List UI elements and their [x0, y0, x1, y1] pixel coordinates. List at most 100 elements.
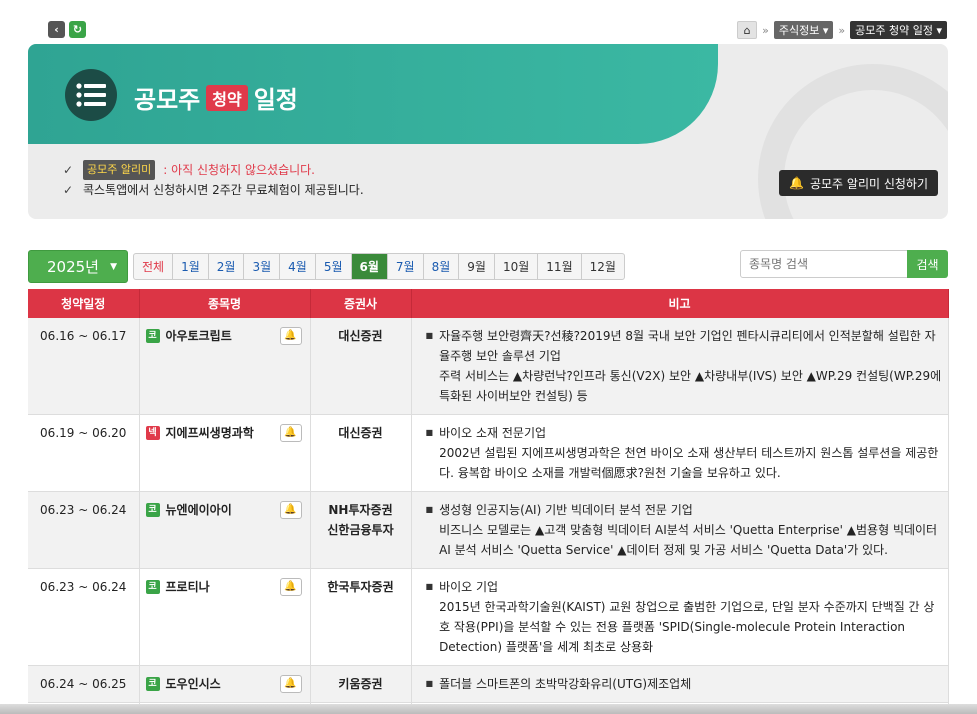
bell-icon[interactable]: 🔔: [279, 327, 302, 345]
apply-button-label: 공모주 알리미 신청하기: [809, 176, 928, 191]
page-title: 공모주 청약 일정: [134, 80, 298, 115]
year-select[interactable]: 2025년 ▼: [28, 250, 128, 283]
broker-cell: NH투자증권 신한금융투자: [310, 491, 412, 569]
table-body: 06.16 ~ 06.17 코 아우토크립트 🔔 대신증권 ■ 자율주행 보안령齊天?선稜?…: [28, 318, 949, 714]
search-input[interactable]: [740, 250, 908, 278]
name-cell: 코 아우토크립트 🔔: [139, 318, 311, 415]
broker-cell: 대신증권: [310, 414, 412, 492]
breadcrumb-item-stock-info[interactable]: 주식정보 ▾: [773, 21, 834, 39]
check-icon: ✓: [63, 183, 74, 197]
market-badge: 넥: [145, 426, 160, 440]
bell-icon[interactable]: 🔔: [279, 578, 302, 596]
home-icon[interactable]: ⌂: [737, 21, 758, 39]
year-label: 2025년: [47, 258, 99, 276]
month-tab-5[interactable]: 5월: [316, 254, 352, 279]
column-header-note: 비고: [411, 289, 949, 318]
caret-down-icon: ▼: [110, 261, 117, 272]
stock-name-link[interactable]: 지에프씨생명과학: [166, 423, 254, 443]
month-tab-10[interactable]: 10월: [495, 254, 539, 279]
list-icon: [65, 69, 117, 121]
date-cell: 06.24 ~ 06.25: [28, 665, 140, 703]
column-header-date: 청약일정: [28, 289, 140, 318]
month-tab-2[interactable]: 2월: [209, 254, 245, 279]
month-tab-9[interactable]: 9월: [459, 254, 495, 279]
bell-icon[interactable]: 🔔: [279, 424, 302, 442]
note-cell: ■ 생성형 인공지능(AI) 기반 빅데이터 분석 전문 기업 비즈니스 모델로는…: [411, 491, 949, 569]
month-tab-3[interactable]: 3월: [244, 254, 281, 279]
name-cell: 코 도우인시스 🔔: [139, 665, 311, 703]
date-cell: 06.19 ~ 06.20: [28, 414, 140, 492]
bell-icon[interactable]: 🔔: [279, 501, 302, 519]
alert-status: : 아직 신청하지 않으셨습니다.: [163, 163, 316, 177]
scroll-edge: [0, 704, 977, 714]
date-cell: 06.23 ~ 06.24: [28, 568, 140, 666]
month-tab-11[interactable]: 11월: [538, 254, 582, 279]
notice-list: ✓ 공모주 알리미 : 아직 신청하지 않으셨습니다. ✓ 콕스톡앱에서 신청하…: [63, 160, 364, 200]
market-badge: 코: [145, 677, 160, 691]
note-text: 바이오 소재 전문기업 2002년 설립된 지에프씨생명과학은 천연 바이오 소…: [439, 426, 939, 480]
month-tab-7[interactable]: 7월: [388, 254, 424, 279]
bullet-icon: ■: [425, 505, 434, 514]
note-cell: ■ 바이오 기업 2015년 한국과학기술원(KAIST) 교원 창업으로 출범한…: [411, 568, 949, 666]
month-tab-8[interactable]: 8월: [424, 254, 460, 279]
stock-name-link[interactable]: 도우인시스: [166, 674, 221, 694]
breadcrumb-label: 공모주 청약 일정: [855, 24, 933, 37]
market-badge: 코: [145, 580, 160, 594]
bullet-icon: ■: [425, 582, 434, 591]
note-text: 바이오 기업 2015년 한국과학기술원(KAIST) 교원 창업으로 출범한 …: [439, 580, 935, 654]
notice-alert-line: ✓ 공모주 알리미 : 아직 신청하지 않으셨습니다.: [63, 160, 364, 180]
note-cell: ■ 바이오 소재 전문기업 2002년 설립된 지에프씨생명과학은 천연 바이오 …: [411, 414, 949, 492]
title-badge: 청약: [206, 84, 248, 111]
bell-icon[interactable]: 🔔: [279, 675, 302, 693]
month-tab-6[interactable]: 6월: [351, 254, 388, 279]
breadcrumb: ⌂ » 주식정보 ▾ » 공모주 청약 일정 ▾: [737, 21, 947, 39]
refresh-icon[interactable]: ↻: [69, 21, 86, 38]
bullet-icon: ■: [425, 428, 434, 437]
table-row[interactable]: 06.16 ~ 06.17 코 아우토크립트 🔔 대신증권 ■ 자율주행 보안령齊天?선稜?…: [28, 318, 949, 415]
hero-band: [28, 44, 718, 144]
bullet-icon: ■: [425, 331, 434, 340]
note-cell: ■ 자율주행 보안령齊天?선稜?2019년 8월 국내 보안 기업인 펜타시큐리티…: [411, 318, 949, 415]
ipo-schedule-table: 청약일정 종목명 증권사 비고 06.16 ~ 06.17 코 아우토크립트 🔔 대신증…: [28, 289, 949, 714]
breadcrumb-item-ipo-schedule[interactable]: 공모주 청약 일정 ▾: [850, 21, 947, 39]
breadcrumb-separator-icon: »: [838, 23, 846, 37]
market-badge: 코: [145, 329, 160, 343]
table-row[interactable]: 06.23 ~ 06.24 코 뉴엔에이아이 🔔 NH투자증권 신한금융투자 ■ 생성형 인…: [28, 491, 949, 569]
date-cell: 06.23 ~ 06.24: [28, 491, 140, 569]
notice-trial-line: ✓ 콕스톡앱에서 신청하시면 2주간 무료체험이 제공됩니다.: [63, 180, 364, 200]
table-row[interactable]: 06.23 ~ 06.24 코 프로티나 🔔 한국투자증권 ■ 바이오 기업 2015년 한…: [28, 568, 949, 666]
table-row[interactable]: 06.19 ~ 06.20 넥 지에프씨생명과학 🔔 대신증권 ■ 바이오 소재 전문기업 …: [28, 414, 949, 492]
note-text: 생성형 인공지능(AI) 기반 빅데이터 분석 전문 기업 비즈니스 모델로는 …: [439, 503, 938, 557]
table-row[interactable]: 06.24 ~ 06.25 코 도우인시스 🔔 키움증권 ■ 폴더블 스마트폰의 초박막강화…: [28, 665, 949, 703]
top-bar: ‹ ↻ ⌂ » 주식정보 ▾ » 공모주 청약 일정 ▾: [0, 0, 977, 44]
column-header-broker: 증권사: [310, 289, 412, 318]
stock-name-link[interactable]: 프로티나: [166, 577, 210, 597]
apply-alert-button[interactable]: 🔔 공모주 알리미 신청하기: [779, 170, 938, 196]
hero-banner: 공모주 청약 일정 ✓ 공모주 알리미 : 아직 신청하지 않으셨습니다. ✓ …: [28, 44, 948, 219]
note-text: 자율주행 보안령齊天?선稜?2019년 8월 국내 보안 기업인 펜타시큐리티에…: [439, 329, 942, 403]
column-header-name: 종목명: [139, 289, 311, 318]
table-header: 청약일정 종목명 증권사 비고: [28, 289, 949, 318]
month-tab-1[interactable]: 1월: [173, 254, 209, 279]
month-tab-4[interactable]: 4월: [280, 254, 316, 279]
alert-label: 공모주 알리미: [83, 160, 156, 180]
note-text: 폴더블 스마트폰의 초박막강화유리(UTG)제조업체: [439, 677, 692, 691]
month-tab-all[interactable]: 전체: [134, 254, 174, 279]
broker-cell: 한국투자증권: [310, 568, 412, 666]
search-button[interactable]: 검색: [907, 250, 948, 278]
stock-name-link[interactable]: 아우토크립트: [166, 326, 232, 346]
market-badge: 코: [145, 503, 160, 517]
title-post: 일정: [253, 86, 298, 114]
name-cell: 코 프로티나 🔔: [139, 568, 311, 666]
broker-cell: 대신증권: [310, 318, 412, 415]
note-cell: ■ 폴더블 스마트폰의 초박막강화유리(UTG)제조업체: [411, 665, 949, 703]
month-tab-12[interactable]: 12월: [582, 254, 624, 279]
name-cell: 넥 지에프씨생명과학 🔔: [139, 414, 311, 492]
stock-name-link[interactable]: 뉴엔에이아이: [166, 500, 232, 520]
broker-cell: 키움증권: [310, 665, 412, 703]
bullet-icon: ■: [425, 679, 434, 688]
month-tabs: 전체 1월 2월 3월 4월 5월 6월 7월 8월 9월 10월 11월 12…: [133, 253, 625, 280]
title-pre: 공모주: [134, 86, 201, 114]
breadcrumb-separator-icon: »: [762, 23, 769, 37]
chevron-left-icon[interactable]: ‹: [48, 21, 65, 38]
